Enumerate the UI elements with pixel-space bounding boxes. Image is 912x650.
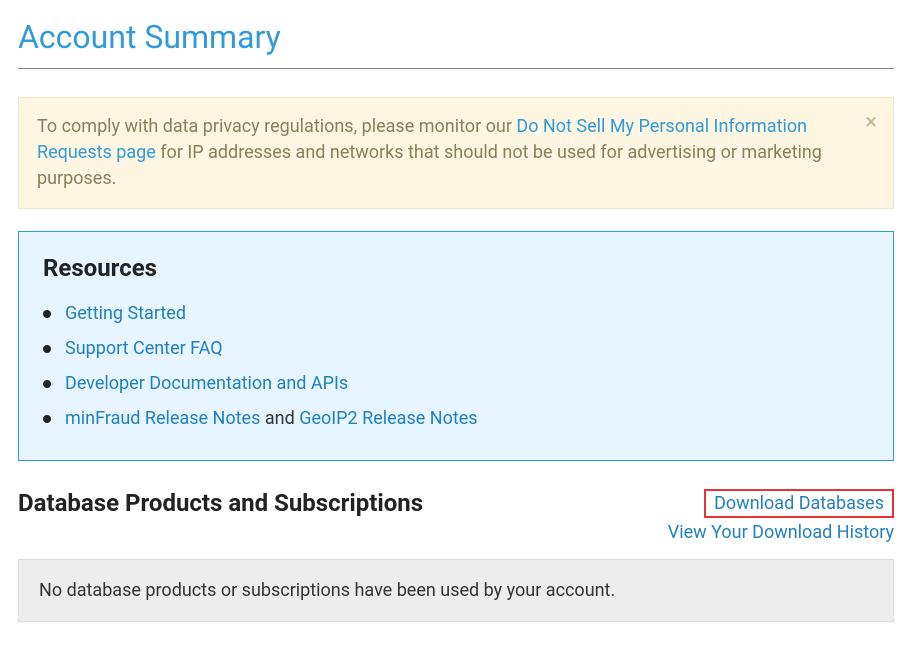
close-icon[interactable]: × (865, 112, 877, 134)
database-section-header: Database Products and Subscriptions Down… (18, 489, 894, 543)
download-databases-link[interactable]: Download Databases (714, 493, 884, 514)
database-links: Download Databases View Your Download Hi… (668, 489, 894, 543)
getting-started-link[interactable]: Getting Started (65, 303, 186, 324)
download-history-link[interactable]: View Your Download History (668, 522, 894, 543)
minfraud-notes-link[interactable]: minFraud Release Notes (65, 408, 260, 429)
list-item: Support Center FAQ (43, 331, 869, 366)
alert-text-before: To comply with data privacy regulations,… (37, 116, 516, 137)
database-heading: Database Products and Subscriptions (18, 489, 423, 517)
resources-heading: Resources (43, 254, 869, 282)
database-empty-message: No database products or subscriptions ha… (18, 559, 894, 622)
resources-list: Getting Started Support Center FAQ Devel… (43, 296, 869, 436)
list-item: Developer Documentation and APIs (43, 366, 869, 401)
geoip2-notes-link[interactable]: GeoIP2 Release Notes (299, 408, 477, 429)
list-item: Getting Started (43, 296, 869, 331)
list-item: minFraud Release Notes and GeoIP2 Releas… (43, 401, 869, 436)
download-highlight-box: Download Databases (704, 489, 894, 518)
and-separator: and (260, 408, 299, 429)
page-title: Account Summary (18, 0, 894, 69)
privacy-alert: To comply with data privacy regulations,… (18, 97, 894, 209)
dev-docs-link[interactable]: Developer Documentation and APIs (65, 373, 348, 394)
resources-panel: Resources Getting Started Support Center… (18, 231, 894, 461)
support-faq-link[interactable]: Support Center FAQ (65, 338, 223, 359)
